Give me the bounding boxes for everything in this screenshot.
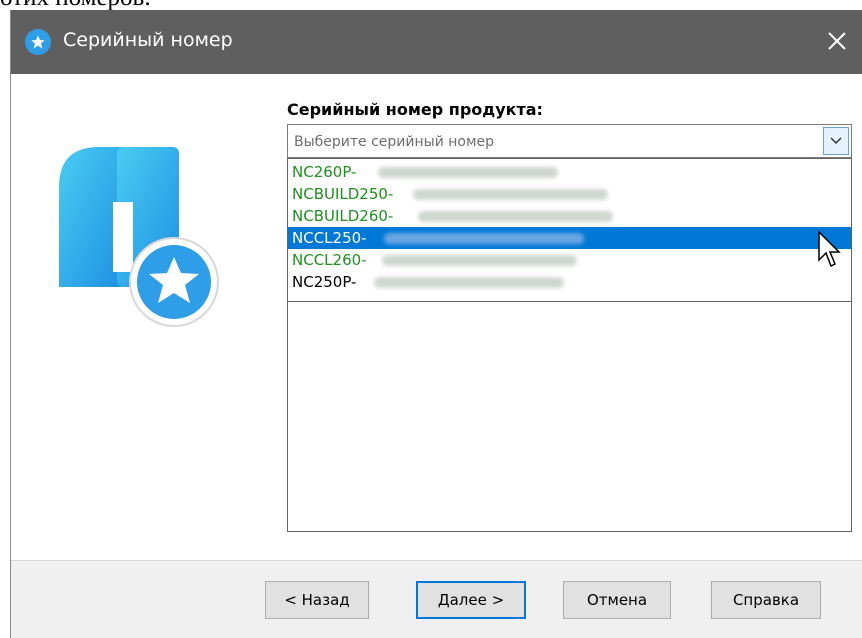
mouse-cursor-icon bbox=[817, 230, 841, 274]
next-button[interactable]: Далее > bbox=[416, 581, 526, 619]
serial-number-dialog: Серийный номер Серийный номер продукта: bbox=[10, 10, 862, 638]
serial-number-combobox[interactable]: Выберите серийный номер bbox=[287, 124, 852, 158]
redacted-serial bbox=[413, 189, 608, 200]
combo-placeholder: Выберите серийный номер bbox=[294, 134, 495, 150]
redacted-serial bbox=[384, 233, 584, 244]
chevron-down-icon bbox=[830, 137, 842, 145]
back-button[interactable]: < Назад bbox=[265, 581, 369, 619]
dropdown-option-2[interactable]: NCBUILD260- bbox=[288, 205, 851, 227]
serial-number-dropdown: NC260P- NCBUILD250- NCBUILD260- NCCL250-… bbox=[287, 158, 852, 302]
help-button[interactable]: Справка bbox=[711, 581, 821, 619]
option-label: NCBUILD250- bbox=[292, 185, 394, 203]
redacted-serial bbox=[418, 211, 613, 222]
cancel-button[interactable]: Отмена bbox=[563, 581, 671, 619]
option-label: NCBUILD260- bbox=[292, 207, 394, 225]
dropdown-option-1[interactable]: NCBUILD250- bbox=[288, 183, 851, 205]
option-label: NCCL260- bbox=[292, 251, 367, 269]
dropdown-option-4[interactable]: NCCL260- bbox=[288, 249, 851, 271]
dropdown-option-5[interactable]: NC250P- bbox=[288, 271, 851, 293]
close-icon bbox=[828, 32, 846, 50]
star-badge-icon bbox=[25, 29, 51, 55]
dropdown-option-3[interactable]: NCCL250- bbox=[288, 227, 851, 249]
redacted-serial bbox=[374, 277, 564, 288]
option-label: NC260P- bbox=[292, 163, 357, 181]
field-label: Серийный номер продукта: bbox=[287, 100, 543, 119]
close-button[interactable] bbox=[820, 24, 854, 58]
title-bar: Серийный номер bbox=[11, 10, 862, 74]
dialog-title: Серийный номер bbox=[63, 29, 233, 51]
app-logo-icon bbox=[59, 147, 239, 351]
option-label: NCCL250- bbox=[292, 229, 367, 247]
serial-list-area bbox=[287, 302, 852, 532]
redacted-serial bbox=[382, 255, 577, 266]
combo-dropdown-button[interactable] bbox=[823, 127, 849, 155]
redacted-serial bbox=[378, 167, 558, 178]
dropdown-option-0[interactable]: NC260P- bbox=[288, 161, 851, 183]
option-label: NC250P- bbox=[292, 273, 357, 291]
